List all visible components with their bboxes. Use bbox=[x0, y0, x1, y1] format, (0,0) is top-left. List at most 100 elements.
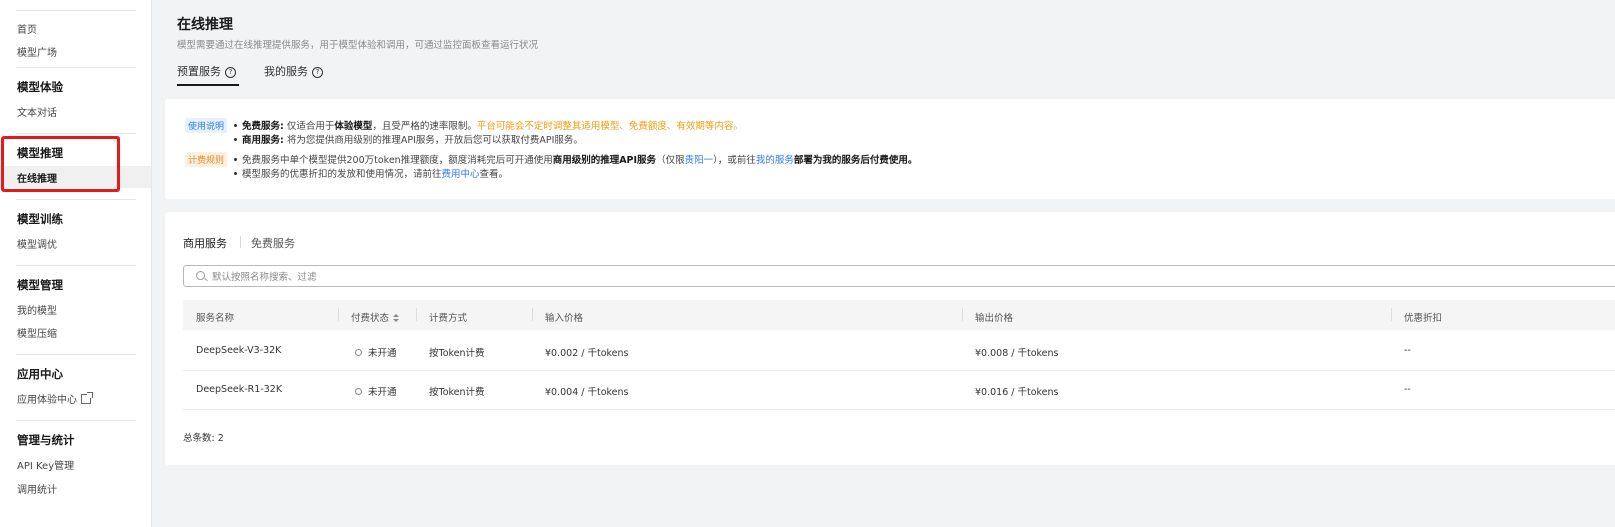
sidebar-divider bbox=[16, 10, 136, 11]
tab-label: 我的服务 bbox=[264, 65, 308, 78]
tab-label: 预置服务 bbox=[177, 65, 221, 78]
sidebar-item-call-stats[interactable]: 调用统计 bbox=[17, 481, 57, 496]
sidebar-item-home[interactable]: 首页 bbox=[17, 21, 37, 36]
column-header-input-price: 输入价格 bbox=[545, 313, 584, 324]
sidebar-item-label: 应用体验中心 bbox=[17, 395, 77, 406]
sidebar-section-experience: 模型体验 bbox=[17, 80, 63, 94]
bullet-icon bbox=[234, 158, 237, 161]
status-dot-icon bbox=[355, 349, 362, 356]
sidebar-divider bbox=[16, 67, 136, 68]
billing-tag: 计费规则 bbox=[185, 152, 228, 167]
column-separator bbox=[338, 308, 339, 321]
column-header-billing: 计费方式 bbox=[429, 313, 468, 324]
search-icon bbox=[196, 271, 205, 280]
free-text: 仅适合用于 bbox=[283, 121, 335, 132]
status-dot-icon bbox=[355, 388, 362, 395]
bullet-icon bbox=[234, 124, 237, 127]
sidebar-divider bbox=[16, 354, 136, 355]
sidebar-item-model-tuning[interactable]: 模型调优 bbox=[17, 236, 57, 251]
row-name[interactable]: DeepSeek-V3-32K bbox=[196, 345, 281, 356]
sidebar-divider bbox=[16, 199, 136, 200]
column-header-status[interactable]: 付费状态 bbox=[351, 310, 400, 324]
sort-icon[interactable] bbox=[393, 314, 400, 322]
billing-text: 查看。 bbox=[479, 169, 509, 180]
row-status: 未开通 bbox=[355, 384, 397, 398]
help-icon[interactable]: ? bbox=[225, 67, 236, 78]
billing-text: 模型服务的优惠折扣的发放和使用情况，请前往 bbox=[242, 169, 442, 180]
tab-preset-services[interactable]: 预置服务? bbox=[177, 63, 236, 79]
subtab-divider bbox=[240, 236, 241, 248]
sidebar-section-stats: 管理与统计 bbox=[17, 433, 75, 447]
row-name[interactable]: DeepSeek-R1-32K bbox=[196, 384, 282, 395]
usage-line-free: 免费服务: 仅适合用于体验模型，且受严格的速率限制。平台可能会不定时调整其适用模… bbox=[234, 118, 743, 132]
commercial-label: 商用服务: bbox=[242, 135, 284, 146]
commercial-text: 将为您提供商用级别的推理API服务，开放后您可以获取付费API服务。 bbox=[283, 135, 583, 146]
sidebar-section-training: 模型训练 bbox=[17, 212, 63, 226]
column-separator bbox=[962, 308, 963, 321]
status-text: 未开通 bbox=[368, 387, 397, 398]
row-billing: 按Token计费 bbox=[429, 348, 485, 359]
tab-my-services[interactable]: 我的服务? bbox=[264, 63, 323, 79]
sidebar-item-my-models[interactable]: 我的模型 bbox=[17, 302, 57, 317]
external-link-icon bbox=[81, 392, 93, 404]
billing-bold: 部署为我的服务后付费使用。 bbox=[793, 155, 918, 166]
sidebar-item-api-key[interactable]: API Key管理 bbox=[17, 457, 74, 472]
subtab-commercial[interactable]: 商用服务 bbox=[183, 235, 227, 251]
billing-bold: 商用级别的推理API服务 bbox=[552, 155, 657, 166]
column-separator bbox=[416, 308, 417, 321]
billing-text: （仅限 bbox=[656, 155, 685, 166]
sidebar: 首页 模型广场 模型体验 文本对话 模型推理 在线推理 模型训练 模型调优 模型… bbox=[0, 0, 152, 527]
status-text: 未开通 bbox=[368, 348, 397, 359]
sidebar-section-app-center: 应用中心 bbox=[17, 367, 63, 381]
active-tab-indicator bbox=[177, 84, 239, 86]
billing-text: 免费服务中单个模型提供200万token推理额度，额度消耗完后可开通使用 bbox=[242, 155, 553, 166]
sidebar-item-online-inference[interactable]: 在线推理 bbox=[17, 170, 57, 185]
row-status: 未开通 bbox=[355, 345, 397, 359]
billing-line-2: 模型服务的优惠折扣的发放和使用情况，请前往费用中心查看。 bbox=[234, 166, 508, 180]
row-output-price: ¥0.008 / 千tokens bbox=[975, 348, 1059, 359]
sidebar-divider bbox=[16, 133, 136, 134]
row-divider bbox=[183, 370, 1615, 371]
sidebar-item-text-chat[interactable]: 文本对话 bbox=[17, 104, 57, 119]
billing-line-1: 免费服务中单个模型提供200万token推理额度，额度消耗完后可开通使用商用级别… bbox=[234, 152, 917, 166]
bullet-icon bbox=[234, 172, 237, 175]
free-warning: 平台可能会不定时调整其适用模型、免费额度、有效期等内容。 bbox=[476, 121, 743, 132]
column-separator bbox=[1391, 308, 1392, 321]
my-services-link[interactable]: 我的服务 bbox=[756, 155, 794, 166]
usage-line-commercial: 商用服务: 将为您提供商用级别的推理API服务，开放后您可以获取付费API服务。 bbox=[234, 132, 583, 146]
column-header-discount: 优惠折扣 bbox=[1404, 313, 1443, 324]
sidebar-divider bbox=[16, 265, 136, 266]
column-header-output-price: 输出价格 bbox=[975, 313, 1014, 324]
sidebar-section-inference: 模型推理 bbox=[17, 146, 63, 160]
free-label: 免费服务: bbox=[242, 121, 284, 132]
search-box[interactable] bbox=[183, 265, 1615, 287]
page-title: 在线推理 bbox=[177, 17, 233, 33]
bullet-icon bbox=[234, 138, 237, 141]
free-bold: 体验模型 bbox=[334, 121, 373, 132]
sidebar-divider bbox=[16, 420, 136, 421]
services-card bbox=[165, 212, 1615, 465]
search-input[interactable] bbox=[210, 268, 814, 286]
billing-center-link[interactable]: 费用中心 bbox=[442, 169, 480, 180]
row-discount: -- bbox=[1404, 384, 1411, 395]
help-icon[interactable]: ? bbox=[312, 67, 323, 78]
row-input-price: ¥0.002 / 千tokens bbox=[545, 348, 629, 359]
sidebar-section-management: 模型管理 bbox=[17, 278, 63, 292]
row-output-price: ¥0.016 / 千tokens bbox=[975, 387, 1059, 398]
usage-tag: 使用说明 bbox=[185, 118, 228, 133]
column-separator bbox=[532, 308, 533, 321]
sidebar-item-model-square[interactable]: 模型广场 bbox=[17, 44, 57, 59]
sidebar-item-model-compression[interactable]: 模型压缩 bbox=[17, 325, 57, 340]
column-label: 付费状态 bbox=[351, 313, 390, 324]
row-billing: 按Token计费 bbox=[429, 387, 485, 398]
page-description: 模型需要通过在线推理提供服务，用于模型体验和调用，可通过监控面板查看运行状况 bbox=[177, 40, 539, 51]
sidebar-item-app-experience[interactable]: 应用体验中心 bbox=[17, 391, 93, 406]
total-count: 总条数: 2 bbox=[183, 433, 224, 444]
subtab-free[interactable]: 免费服务 bbox=[251, 235, 295, 251]
row-input-price: ¥0.004 / 千tokens bbox=[545, 387, 629, 398]
region-link[interactable]: 贵阳一 bbox=[685, 155, 714, 166]
column-header-name: 服务名称 bbox=[196, 313, 235, 324]
row-divider bbox=[183, 409, 1615, 410]
free-text: ，且受严格的速率限制。 bbox=[372, 121, 477, 132]
billing-text: ），或前往 bbox=[713, 155, 756, 166]
